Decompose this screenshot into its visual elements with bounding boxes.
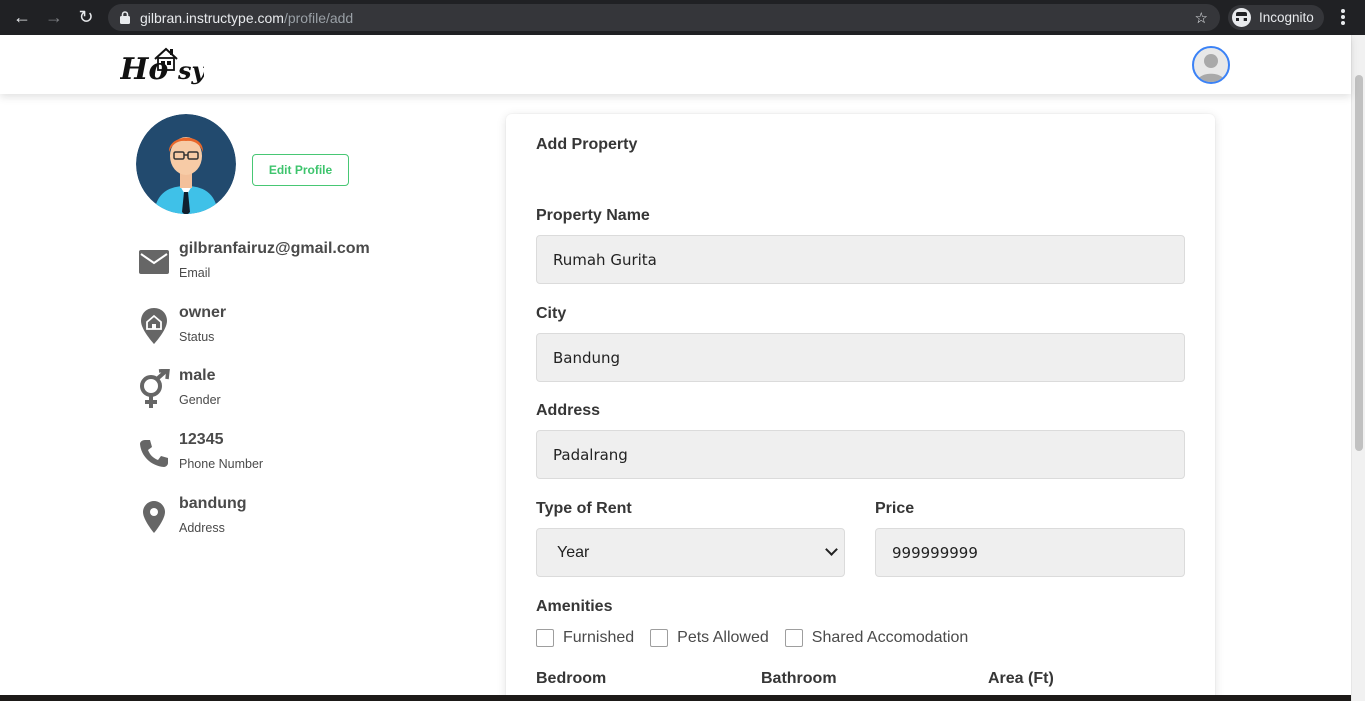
status-value: owner xyxy=(179,304,227,321)
lock-icon xyxy=(120,11,130,24)
card-title: Add Property xyxy=(536,136,638,153)
browser-menu-icon[interactable] xyxy=(1336,7,1350,27)
profile-info-status: owner Status xyxy=(136,304,436,354)
phone-label: Phone Number xyxy=(179,457,264,471)
amenity-furnished[interactable]: Furnished xyxy=(536,629,634,647)
bathroom-label: Bathroom xyxy=(761,670,837,687)
gender-icon xyxy=(136,369,172,409)
email-label: Email xyxy=(179,266,211,280)
chevron-down-icon xyxy=(825,543,838,556)
add-property-card: Add Property Property Name City Address … xyxy=(506,114,1215,701)
city-input[interactable] xyxy=(536,333,1185,382)
city-label: City xyxy=(536,305,567,322)
furnished-label: Furnished xyxy=(563,629,635,646)
area-label: Area (Ft) xyxy=(988,670,1054,687)
user-avatar-button[interactable] xyxy=(1192,46,1230,84)
forward-icon[interactable]: → xyxy=(38,0,70,35)
reload-icon[interactable]: ↻ xyxy=(70,0,102,35)
svg-text:Ho: Ho xyxy=(120,52,168,85)
amenity-pets-allowed[interactable]: Pets Allowed xyxy=(650,629,769,647)
url-domain: gilbran.instructype.com xyxy=(140,9,284,26)
profile-info-phone: 12345 Phone Number xyxy=(136,431,436,481)
profile-avatar-illustration xyxy=(136,114,236,214)
incognito-icon xyxy=(1232,8,1251,27)
home-pin-icon xyxy=(136,306,172,346)
type-of-rent-label: Type of Rent xyxy=(536,500,632,517)
url-path: /profile/add xyxy=(283,9,354,26)
edit-profile-button[interactable]: Edit Profile xyxy=(252,154,349,186)
profile-info-gender: male Gender xyxy=(136,367,436,417)
browser-toolbar: ← → ↻ gilbran.instructype.com/profile/ad… xyxy=(0,0,1365,35)
type-of-rent-value: Year xyxy=(557,543,590,561)
user-avatar-icon xyxy=(1197,54,1225,82)
property-name-input[interactable] xyxy=(536,235,1185,284)
bedroom-label: Bedroom xyxy=(536,670,607,687)
url-text: gilbran.instructype.com/profile/add xyxy=(140,10,353,26)
shared-accomodation-checkbox[interactable] xyxy=(784,629,803,647)
email-value: gilbranfairuz@gmail.com xyxy=(179,240,370,257)
address-field-label: Address xyxy=(536,402,601,419)
amenity-shared-accomodation[interactable]: Shared Accomodation xyxy=(784,629,969,647)
status-label: Status xyxy=(179,330,215,344)
phone-icon xyxy=(136,433,172,473)
address-value: bandung xyxy=(179,495,247,512)
svg-text:sy: sy xyxy=(177,56,204,85)
gender-label: Gender xyxy=(179,393,221,407)
address-label: Address xyxy=(179,521,225,535)
property-name-label: Property Name xyxy=(536,207,650,224)
profile-info-email: gilbranfairuz@gmail.com Email xyxy=(136,240,436,290)
logo-icon: Ho sy xyxy=(119,47,208,87)
page-scrollbar[interactable] xyxy=(1351,35,1365,701)
price-input[interactable] xyxy=(875,528,1185,577)
profile-avatar xyxy=(136,114,236,214)
shared-accomodation-label: Shared Accomodation xyxy=(811,629,969,646)
site-navbar: Ho sy xyxy=(0,35,1351,94)
profile-info-address: bandung Address xyxy=(136,495,436,545)
address-input[interactable] xyxy=(536,430,1185,479)
pets-allowed-checkbox[interactable] xyxy=(650,629,669,647)
incognito-badge[interactable]: Incognito xyxy=(1228,5,1324,30)
furnished-checkbox[interactable] xyxy=(536,629,554,647)
amenities-group: Furnished Pets Allowed Shared Accomodati… xyxy=(536,629,984,647)
site-logo[interactable]: Ho sy xyxy=(119,43,208,87)
location-pin-icon xyxy=(136,497,172,537)
pets-allowed-label: Pets Allowed xyxy=(677,629,769,646)
scrollbar-thumb[interactable] xyxy=(1355,75,1363,451)
price-label: Price xyxy=(875,500,915,517)
incognito-label: Incognito xyxy=(1259,10,1314,25)
email-icon xyxy=(136,242,172,282)
bookmark-star-icon[interactable]: ☆ xyxy=(1195,9,1208,27)
page-bottom-edge xyxy=(0,695,1351,701)
phone-value: 12345 xyxy=(179,431,224,448)
back-icon[interactable]: ← xyxy=(6,0,38,35)
amenities-label: Amenities xyxy=(536,598,613,615)
address-bar[interactable]: gilbran.instructype.com/profile/add ☆ xyxy=(108,4,1220,31)
gender-value: male xyxy=(179,367,216,384)
type-of-rent-select[interactable]: Year xyxy=(536,528,845,577)
